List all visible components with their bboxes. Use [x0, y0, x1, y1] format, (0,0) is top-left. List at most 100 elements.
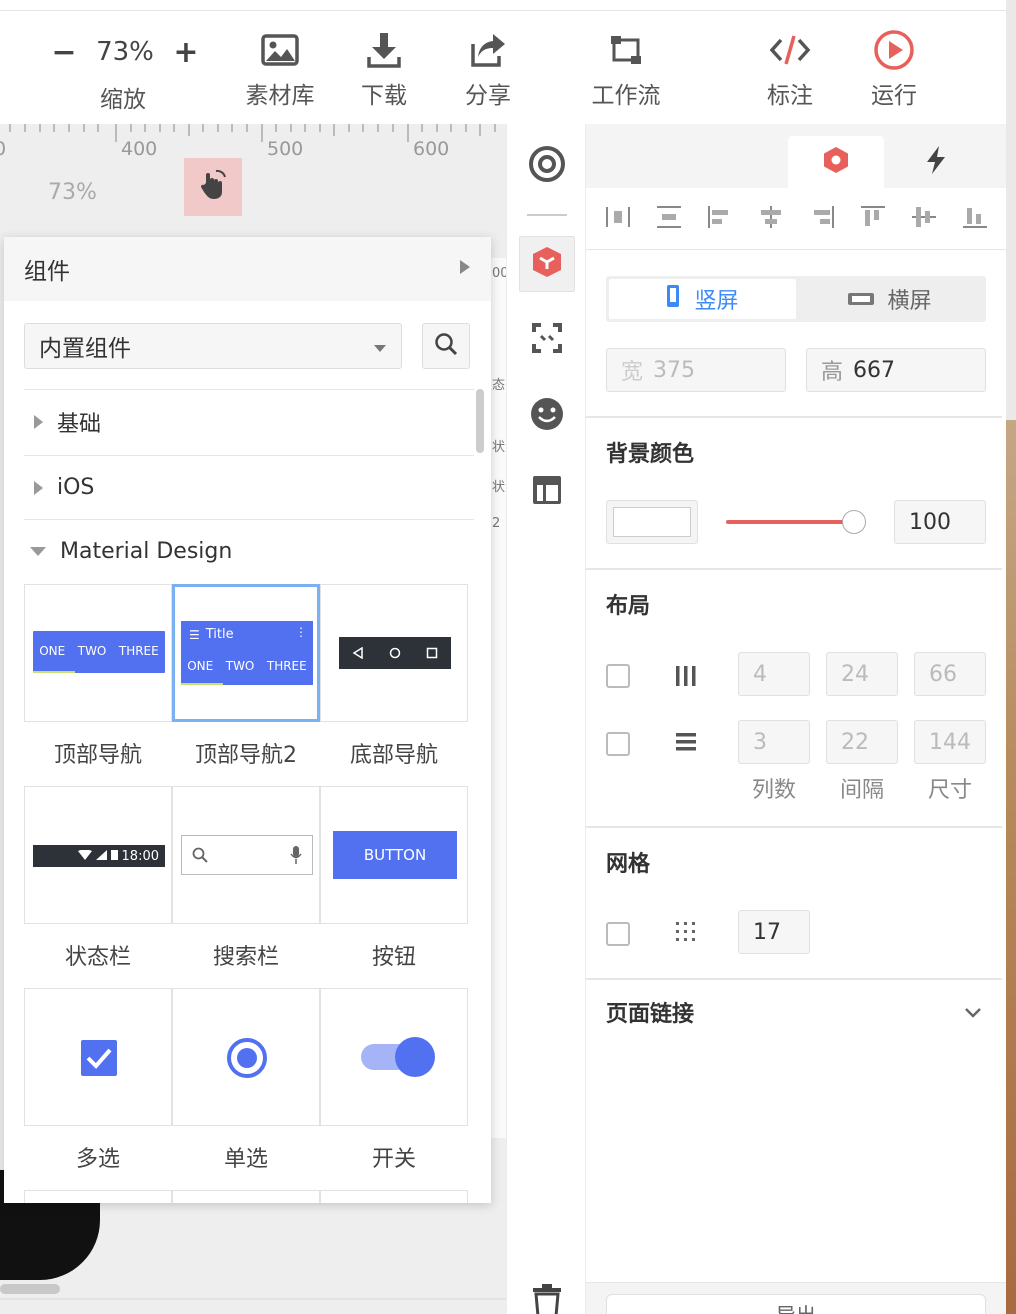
component-bottom-nav[interactable]: [320, 584, 468, 722]
column-count-field[interactable]: 4: [738, 652, 810, 696]
column-size-field[interactable]: 66: [914, 652, 986, 696]
component-label: 底部导航: [349, 743, 438, 768]
align-center-horizontal-icon[interactable]: [758, 205, 784, 233]
artboard-text: 态: [492, 378, 506, 393]
emoji-tool-button[interactable]: [519, 388, 575, 444]
trash-button[interactable]: [519, 1274, 575, 1314]
run-button[interactable]: 运行: [866, 30, 922, 110]
column-layout-checkbox[interactable]: [606, 664, 630, 688]
properties-panel: 竖屏 横屏 宽 375 高 667 背景颜色 100 布局 4 24 66 3 …: [586, 124, 1006, 1314]
horizontal-scrollbar[interactable]: [0, 1284, 60, 1294]
top-nav-preview: ONE TWO THREE: [33, 631, 165, 673]
component-library-select[interactable]: 内置组件: [24, 323, 402, 369]
search-bar-preview: [181, 835, 313, 875]
component-cell[interactable]: [172, 1190, 320, 1203]
checkbox-checked-icon: [81, 1040, 117, 1080]
layout-tool-button[interactable]: [519, 464, 575, 520]
interaction-tool-button[interactable]: [519, 312, 575, 368]
field-value: 22: [841, 729, 869, 755]
align-right-icon[interactable]: [809, 205, 835, 233]
workflow-label: 工作流: [591, 83, 661, 109]
download-button[interactable]: 下载: [356, 30, 412, 110]
landscape-button[interactable]: 横屏: [796, 279, 983, 319]
component-cell[interactable]: [320, 1190, 468, 1203]
button-preview: BUTTON: [333, 831, 457, 879]
field-value: 17: [753, 919, 781, 945]
page-link-section[interactable]: 页面链接: [586, 980, 1002, 1040]
row-layout-checkbox[interactable]: [606, 732, 630, 756]
export-button[interactable]: 导出: [606, 1294, 986, 1314]
toolbar-top-border: [0, 10, 1006, 11]
distribute-vertical-icon[interactable]: [656, 205, 682, 233]
panel-scrollbar[interactable]: [476, 389, 484, 453]
component-radio[interactable]: [172, 988, 320, 1126]
zoom-in-button[interactable]: +: [172, 35, 200, 70]
components-tool-button[interactable]: [519, 236, 575, 292]
component-label: 单选: [223, 1147, 268, 1172]
category-basic[interactable]: 基础: [24, 389, 474, 453]
tab-label: TWO: [77, 644, 107, 658]
zoom-value: 73%: [96, 37, 154, 67]
width-field[interactable]: 宽 375: [606, 348, 786, 392]
component-panel-header[interactable]: 组件: [4, 237, 491, 301]
run-label: 运行: [871, 83, 917, 109]
grid-size-field[interactable]: 17: [738, 910, 810, 954]
cube-icon: [532, 246, 562, 282]
portrait-label: 竖屏: [694, 289, 739, 314]
component-library-value: 内置组件: [39, 336, 131, 362]
caret-right-icon[interactable]: [459, 259, 471, 279]
tab-style[interactable]: [788, 136, 884, 188]
search-icon: [434, 332, 458, 360]
background-color-swatch[interactable]: [606, 500, 698, 544]
opacity-field[interactable]: 100: [894, 500, 986, 544]
portrait-button[interactable]: 竖屏: [609, 279, 796, 319]
component-search-bar[interactable]: [172, 786, 320, 924]
page-link-title: 页面链接: [606, 1002, 695, 1027]
recent-icon: [426, 644, 438, 663]
opacity-slider-track[interactable]: [726, 520, 846, 524]
row-gap-field[interactable]: 22: [826, 720, 898, 764]
section-divider: [586, 826, 1002, 828]
collapse-arrow-icon: [30, 547, 46, 556]
home-icon: [389, 644, 401, 663]
component-status-bar[interactable]: 18:00: [24, 786, 172, 924]
category-label: 基础: [57, 411, 102, 437]
annotate-button[interactable]: 标注: [762, 30, 818, 110]
component-button[interactable]: BUTTON: [320, 786, 468, 924]
target-tool-button[interactable]: [519, 138, 575, 194]
component-checkbox[interactable]: [24, 988, 172, 1126]
align-middle-vertical-icon[interactable]: [911, 205, 937, 233]
component-switch[interactable]: [320, 988, 468, 1126]
share-label: 分享: [465, 83, 511, 109]
mic-icon: [290, 845, 302, 869]
component-search-button[interactable]: [422, 323, 470, 369]
assets-button[interactable]: 素材库: [242, 30, 318, 110]
align-bottom-icon[interactable]: [962, 205, 988, 233]
grid-checkbox[interactable]: [606, 922, 630, 946]
zoom-out-button[interactable]: −: [50, 35, 78, 70]
section-divider: [586, 416, 1002, 418]
share-button[interactable]: 分享: [460, 30, 516, 110]
row-count-field[interactable]: 3: [738, 720, 810, 764]
align-left-icon[interactable]: [707, 205, 733, 233]
component-top-nav-2[interactable]: ☰ Title ⋮ ONE TWO THREE: [172, 584, 320, 722]
category-material-design[interactable]: Material Design: [24, 519, 474, 583]
toolbar-divider: [527, 214, 567, 216]
align-top-icon[interactable]: [860, 205, 886, 233]
distribute-horizontal-icon[interactable]: [605, 205, 631, 233]
opacity-slider-handle[interactable]: [842, 510, 866, 534]
zoom-control: − 73% +: [50, 32, 200, 72]
workflow-button[interactable]: 工作流: [588, 30, 664, 110]
column-gap-field[interactable]: 24: [826, 652, 898, 696]
status-bar-preview: 18:00: [33, 845, 165, 867]
hand-tool-button[interactable]: [184, 158, 242, 216]
tab-label: THREE: [118, 644, 159, 658]
tab-interaction[interactable]: [888, 136, 984, 188]
category-ios[interactable]: iOS: [24, 455, 474, 519]
height-field[interactable]: 高 667: [806, 348, 986, 392]
row-size-field[interactable]: 144: [914, 720, 986, 764]
component-top-nav[interactable]: ONE TWO THREE: [24, 584, 172, 722]
side-tool-bar: [506, 124, 586, 1314]
tab-label: THREE: [266, 659, 307, 673]
component-cell[interactable]: [24, 1190, 172, 1203]
